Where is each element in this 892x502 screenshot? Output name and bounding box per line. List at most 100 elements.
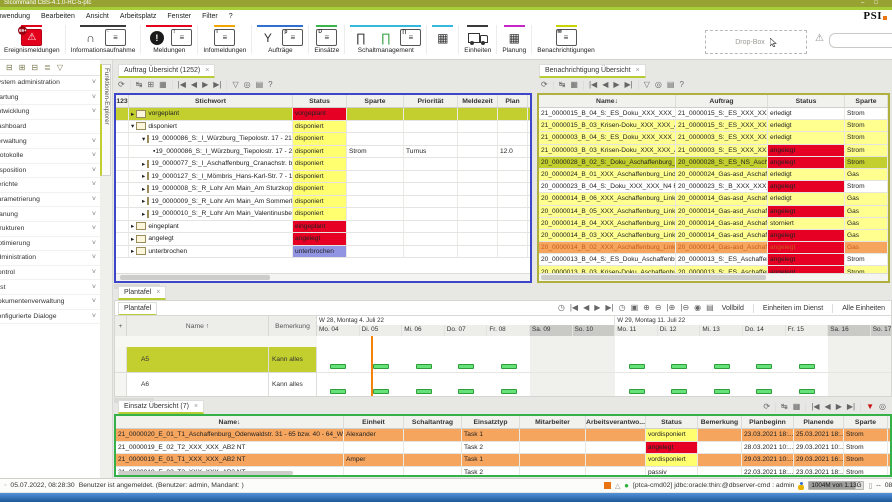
gantt-bar[interactable]	[373, 389, 389, 394]
table-row[interactable]: ▸ angelegtangelegt	[116, 233, 530, 246]
gantt-bar[interactable]	[416, 389, 432, 394]
button-einheiten-im-dienst[interactable]: Einheiten im Dienst	[760, 304, 826, 313]
column-header-schaltantrag[interactable]: Schaltantrag	[404, 416, 462, 428]
menu-item-?[interactable]: ?	[229, 13, 233, 20]
menu-item-ansicht[interactable]: Ansicht	[86, 13, 109, 20]
zoom-in-icon[interactable]: ⊕	[643, 303, 650, 313]
last-icon[interactable]: ▶|	[625, 80, 633, 90]
table-row[interactable]: 21_0000019_E_02_T2_XXX_XXX_AB2 NTTask 2a…	[116, 442, 890, 455]
column-header-123[interactable]: 123	[116, 95, 129, 107]
refresh-icon[interactable]: ⟳	[118, 80, 125, 90]
sidebar-item-system-administration[interactable]: System administration˅	[0, 76, 100, 91]
column-header-name[interactable]: Name ↓	[116, 416, 344, 428]
gantt-cell[interactable]	[115, 373, 127, 397]
scrollbar-thumb[interactable]	[120, 275, 270, 280]
menu-item-anwendung[interactable]: Anwendung	[0, 13, 30, 20]
column-header-einsatztyp[interactable]: Einsatztyp	[462, 416, 520, 428]
print-icon[interactable]: ▤	[667, 80, 675, 90]
trash-icon[interactable]: ▯	[868, 482, 872, 490]
gantt-column-header[interactable]: Bemerkung	[269, 316, 317, 336]
table-row[interactable]: 21_0000020_E_01_T1_Aschaffenburg_Odenwal…	[116, 429, 890, 442]
tab-einsatz-uebersicht[interactable]: Einsatz Übersicht (7)×	[118, 400, 204, 414]
first-icon[interactable]: |◀	[570, 303, 578, 313]
link-icon[interactable]: ↹	[781, 402, 788, 412]
horizontal-scrollbar[interactable]	[539, 273, 888, 281]
planning-calendar-icon[interactable]: ▦	[504, 29, 525, 46]
column-header-planende[interactable]: Planende	[794, 416, 844, 428]
table-row[interactable]: ▾ disponiertdisponiert	[116, 121, 530, 134]
tab-plantafel[interactable]: Plantafel×	[118, 286, 166, 300]
sidebar-item-entwicklung[interactable]: Entwicklung˅	[0, 105, 100, 120]
tree-expander-icon[interactable]: ▸	[142, 160, 145, 168]
gantt-column-header[interactable]: Name ↑	[127, 316, 269, 336]
tree-expander-icon[interactable]: ▾	[131, 122, 134, 130]
gantt-bar[interactable]	[330, 389, 346, 394]
day-header-Di05[interactable]: Di. 05	[360, 325, 403, 336]
tab-plantafel-inner[interactable]: Plantafel	[118, 302, 157, 316]
column-header-name[interactable]: Name ↓	[539, 95, 676, 107]
menu-item-bearbeiten[interactable]: Bearbeiten	[41, 13, 75, 20]
tree-expander-icon[interactable]: ▸	[131, 247, 134, 255]
list-icon[interactable]: ≣	[44, 63, 51, 72]
search-icon[interactable]: ◎	[244, 80, 251, 90]
link-icon[interactable]: ↹	[136, 80, 143, 90]
tab-benachrichtigung-uebersicht[interactable]: Benachrichtigung Übersicht×	[539, 64, 646, 78]
tab-funktionen-explorer[interactable]: Funktionen-Explorer	[100, 64, 111, 176]
table-row[interactable]: ▸ eingeplanteingeplant	[116, 221, 530, 234]
table-row[interactable]: ▸ 19_0000008_S:_R_Lohr Am Main_Am Sturzk…	[116, 183, 530, 196]
table-row[interactable]: ▸ 19_0000009_S:_R_Lohr Am Main_Am Sommer…	[116, 196, 530, 209]
scrollbar-thumb[interactable]	[541, 275, 766, 280]
gantt-bar[interactable]	[501, 364, 517, 369]
gantt-bar[interactable]	[629, 364, 645, 369]
table-row[interactable]: ▸ unterbrochenunterbrochen	[116, 246, 530, 259]
next-icon[interactable]: ▶	[594, 303, 600, 313]
scrollbar-thumb[interactable]	[118, 471, 293, 475]
day-header-Mi06[interactable]: Mi. 06	[402, 325, 445, 336]
refresh-icon[interactable]: ⟳	[763, 402, 770, 412]
menu-item-arbeitsplatz[interactable]: Arbeitsplatz	[120, 13, 157, 20]
sidebar-item-strukturen[interactable]: Strukturen˅	[0, 222, 100, 237]
gantt-bar[interactable]	[416, 364, 432, 369]
sidebar-item-protokolle[interactable]: Protokolle˅	[0, 149, 100, 164]
search-icon[interactable]: ◎	[879, 402, 886, 412]
column-header-status[interactable]: Status	[293, 95, 347, 107]
filter-icon[interactable]: ▽	[57, 63, 63, 72]
first-icon[interactable]: |◀	[178, 80, 186, 90]
column-header-auftrag[interactable]: Auftrag	[676, 95, 768, 107]
table-row[interactable]: 20_0000024_B_01_XXX_Aschaffenburg_Lindes…	[539, 169, 888, 181]
table-row[interactable]: 20_0000023_B_04_S:_Doku_XXX_XXX_N4 Fremd…	[539, 181, 888, 193]
column-header-stichwort[interactable]: Stichwort	[129, 95, 293, 107]
table-row[interactable]: 20_0000014_B_06_XXX_Aschaffenburg_Linkst…	[539, 193, 888, 205]
column-header-arbeitsverantwo-[interactable]: Arbeitsverantwo...	[586, 416, 646, 428]
upload-icon[interactable]: △	[615, 482, 620, 490]
button-vollbild[interactable]: Vollbild	[719, 304, 747, 313]
gantt-bar[interactable]	[714, 364, 730, 369]
tree-expander-icon[interactable]: ▸	[131, 235, 134, 243]
gantt-column-header[interactable]: +	[115, 316, 127, 336]
column-header-plan[interactable]: Plan	[498, 95, 528, 107]
last-icon[interactable]: ▶|	[605, 303, 613, 313]
zoom-out-icon[interactable]: ⊖	[655, 303, 662, 313]
table-row[interactable]: 20_0000014_B_05_XXX_Aschaffenburg_Linkst…	[539, 206, 888, 218]
day-header-Fr15[interactable]: Fr. 15	[786, 325, 829, 336]
table-icon[interactable]: ▦	[793, 402, 801, 412]
message-alert-icon[interactable]: !	[146, 29, 167, 46]
gantt-bar[interactable]	[756, 389, 772, 394]
gantt-cell[interactable]	[115, 347, 127, 373]
day-header-Sa09[interactable]: Sa. 09	[530, 325, 573, 336]
day-header-So10[interactable]: So. 10	[573, 325, 616, 336]
tree-expander-icon[interactable]: ▸	[142, 197, 145, 205]
table-row[interactable]: 21_0000015_B_03_Krisen-Doku_XXX_XXX_AB2 …	[539, 120, 888, 132]
gantt-bar[interactable]	[330, 364, 346, 369]
next-icon[interactable]: ▶	[836, 402, 842, 412]
print-icon[interactable]: ▤	[706, 303, 714, 313]
fit-icon[interactable]: ▣	[631, 303, 639, 313]
close-icon[interactable]: ×	[205, 67, 209, 74]
column-header-status[interactable]: Status	[646, 416, 698, 428]
sidebar-item-konfigurierte-dialoge[interactable]: Konfigurierte Dialoge˅	[0, 310, 100, 325]
table-row[interactable]: ▸ 19_0000077_S:_I_Aschaffenburg_Cranachs…	[116, 158, 530, 171]
tree-expander-icon[interactable]: ▸	[142, 185, 145, 193]
search-icon[interactable]: ◎	[655, 80, 662, 90]
help-icon[interactable]: ?	[679, 80, 683, 90]
table-row[interactable]: 21_0000019_E_01_T1_XXX_XXX_AB2 NTAmperTa…	[116, 454, 890, 467]
